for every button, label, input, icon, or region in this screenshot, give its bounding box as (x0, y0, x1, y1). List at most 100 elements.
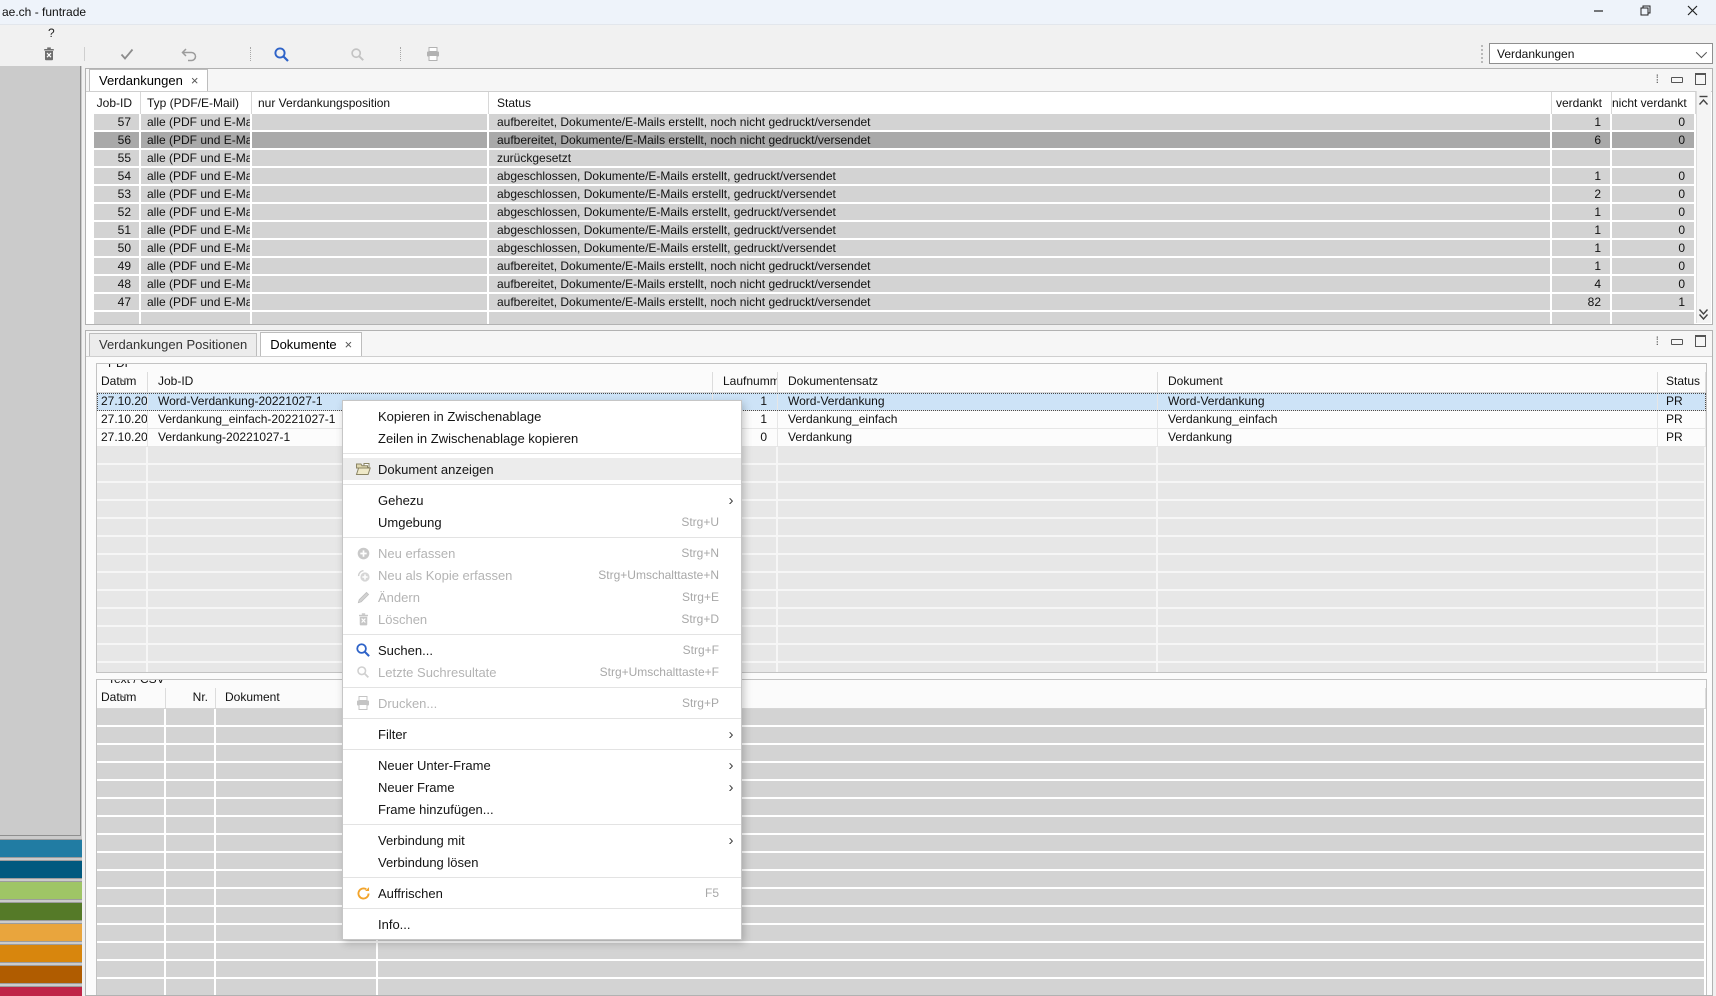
context-menu-item[interactable]: LöschenStrg+D (343, 608, 741, 630)
empty-table-row[interactable] (97, 537, 1706, 555)
table-row[interactable]: 54alle (PDF und E-Mail)abgeschlossen, Do… (86, 168, 1712, 186)
empty-table-row[interactable] (97, 745, 1706, 763)
empty-table-row[interactable] (97, 609, 1706, 627)
table-row[interactable]: 27.10.2022Word-Verdankung-20221027-11Wor… (97, 393, 1706, 411)
color-bar[interactable] (0, 987, 82, 996)
last-search-icon[interactable] (348, 46, 366, 62)
color-bar[interactable] (0, 903, 82, 920)
table-row[interactable]: 50alle (PDF und E-Mail)abgeschlossen, Do… (86, 240, 1712, 258)
table-row[interactable]: 56alle (PDF und E-Mail)aufbereitet, Doku… (86, 132, 1712, 150)
menu-help[interactable]: ? (44, 26, 59, 40)
scroll-top-icon[interactable] (1697, 93, 1710, 108)
table-row[interactable]: 55alle (PDF und E-Mail)zurückgesetzt (86, 150, 1712, 168)
view-dropdown[interactable]: Verdankungen (1489, 43, 1713, 64)
table-row[interactable]: 27.10.2022Verdankung_einfach-20221027-11… (97, 411, 1706, 429)
empty-table-row[interactable] (97, 627, 1706, 645)
column-header-job-id[interactable]: Job-ID (94, 92, 141, 114)
panel-minimize-icon[interactable] (1671, 339, 1683, 345)
column-header-typ[interactable]: Typ (PDF/E-Mail) (141, 92, 252, 114)
empty-table-row[interactable] (97, 871, 1706, 889)
column-header-verdankt[interactable]: verdankt (1552, 92, 1612, 114)
column-header-dokumentensatz[interactable]: Dokumentensatz (778, 372, 1158, 392)
empty-table-row[interactable] (97, 925, 1706, 943)
table-row[interactable]: 51alle (PDF und E-Mail)abgeschlossen, Do… (86, 222, 1712, 240)
column-header-status[interactable]: Status (489, 92, 1552, 114)
zoom-search-icon[interactable] (272, 46, 290, 62)
context-menu-item[interactable]: Frame hinzufügen... (343, 798, 741, 820)
table-row[interactable]: 49alle (PDF und E-Mail)aufbereitet, Doku… (86, 258, 1712, 276)
context-menu-item[interactable]: Neu als Kopie erfassenStrg+Umschalttaste… (343, 564, 741, 586)
delete-icon[interactable] (40, 46, 58, 62)
column-header-nicht-verdankt[interactable]: nicht verdankt (1612, 92, 1696, 114)
restore-button[interactable] (1622, 0, 1669, 24)
context-menu-item[interactable]: Verbindung lösen (343, 851, 741, 873)
empty-table-row[interactable] (97, 645, 1706, 663)
color-bar[interactable] (0, 840, 82, 857)
empty-table-row[interactable] (97, 591, 1706, 609)
color-bar[interactable] (0, 924, 82, 941)
context-menu-item[interactable]: Filter› (343, 723, 741, 745)
confirm-check-icon[interactable] (118, 46, 136, 62)
empty-table-row[interactable] (97, 835, 1706, 853)
undo-icon[interactable] (180, 46, 198, 62)
column-header-datum[interactable]: Datum (97, 688, 166, 708)
column-header-job-id[interactable]: Job-ID (148, 372, 713, 392)
tab-dokumente[interactable]: Dokumente × (260, 332, 362, 356)
minimize-button[interactable] (1575, 0, 1622, 24)
column-header-laufnummer[interactable]: Laufnummer (713, 372, 778, 392)
panel-maximize-icon[interactable] (1695, 335, 1706, 347)
panel-maximize-icon[interactable] (1695, 73, 1706, 85)
context-menu-item[interactable]: Kopieren in Zwischenablage (343, 405, 741, 427)
context-menu-item[interactable]: Dokument anzeigen (343, 458, 741, 480)
table-row[interactable]: 27.10.2022Verdankung-20221027-10Verdanku… (97, 429, 1706, 447)
empty-table-row[interactable] (97, 555, 1706, 573)
context-menu-item[interactable]: Letzte SuchresultateStrg+Umschalttaste+F (343, 661, 741, 683)
context-menu-item[interactable]: Verbindung mit› (343, 829, 741, 851)
empty-table-row[interactable] (97, 889, 1706, 907)
context-menu-item[interactable]: Suchen...Strg+F (343, 639, 741, 661)
vertical-scrollbar[interactable] (1696, 91, 1711, 323)
context-menu-item[interactable]: Neu erfassenStrg+N (343, 542, 741, 564)
empty-table-row[interactable] (97, 853, 1706, 871)
empty-table-row[interactable] (97, 465, 1706, 483)
color-bar[interactable] (0, 882, 82, 899)
context-menu-item[interactable]: AuffrischenF5 (343, 882, 741, 904)
table-row[interactable]: 57alle (PDF und E-Mail)aufbereitet, Doku… (86, 114, 1712, 132)
context-menu-item[interactable]: UmgebungStrg+U (343, 511, 741, 533)
empty-table-row[interactable] (97, 961, 1706, 979)
empty-table-row[interactable] (97, 799, 1706, 817)
context-menu-item[interactable]: Neuer Unter-Frame› (343, 754, 741, 776)
column-header-nr[interactable]: Nr. (166, 688, 216, 708)
column-header-status[interactable]: Status (1658, 372, 1706, 392)
panel-menu-icon[interactable]: ⁞ (1656, 73, 1659, 85)
empty-table-row[interactable] (97, 447, 1706, 465)
close-button[interactable] (1669, 0, 1716, 24)
context-menu-item[interactable]: Drucken...Strg+P (343, 692, 741, 714)
table-row[interactable]: 53alle (PDF und E-Mail)abgeschlossen, Do… (86, 186, 1712, 204)
column-header-dokument[interactable]: Dokument (1158, 372, 1658, 392)
empty-table-row[interactable] (97, 979, 1706, 996)
table-row[interactable]: 47alle (PDF und E-Mail)aufbereitet, Doku… (86, 294, 1712, 312)
context-menu-item[interactable]: Zeilen in Zwischenablage kopieren (343, 427, 741, 449)
color-bar[interactable] (0, 945, 82, 962)
empty-table-row[interactable] (97, 943, 1706, 961)
print-icon[interactable] (424, 46, 442, 62)
context-menu-item[interactable]: ÄndernStrg+E (343, 586, 741, 608)
empty-table-row[interactable] (97, 573, 1706, 591)
table-row[interactable]: 48alle (PDF und E-Mail)aufbereitet, Doku… (86, 276, 1712, 294)
context-menu-item[interactable]: Neuer Frame› (343, 776, 741, 798)
panel-minimize-icon[interactable] (1671, 77, 1683, 83)
empty-table-row[interactable] (97, 709, 1706, 727)
tab-verdankungen[interactable]: Verdankungen × (89, 69, 208, 91)
tab-close-icon[interactable]: × (345, 339, 353, 351)
panel-menu-icon[interactable]: ⁞ (1656, 335, 1659, 347)
empty-table-row[interactable] (97, 781, 1706, 799)
empty-table-row[interactable] (97, 727, 1706, 745)
empty-table-row[interactable] (97, 501, 1706, 519)
tab-close-icon[interactable]: × (191, 75, 199, 87)
empty-table-row[interactable] (97, 483, 1706, 501)
empty-table-row[interactable] (97, 907, 1706, 925)
color-bar[interactable] (0, 966, 82, 983)
empty-table-row[interactable] (97, 763, 1706, 781)
tab-verdankungen-positionen[interactable]: Verdankungen Positionen (89, 333, 257, 356)
